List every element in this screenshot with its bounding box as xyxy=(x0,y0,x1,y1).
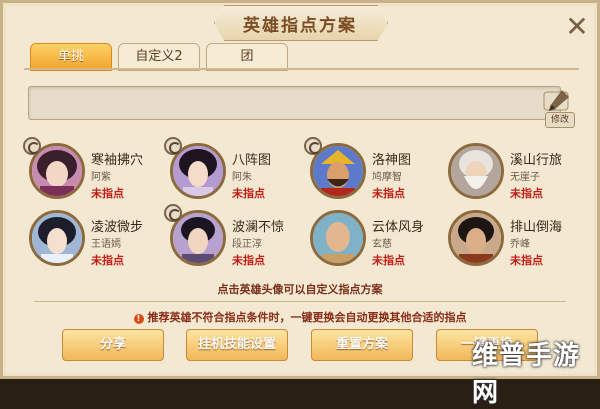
hero-character: 无崖子 xyxy=(510,172,540,183)
tab-team[interactable]: 团 xyxy=(206,43,288,71)
hero-character: 阿朱 xyxy=(232,172,252,183)
hero-status: 未指点 xyxy=(510,187,543,200)
hero-status: 未指点 xyxy=(372,254,405,267)
hero-card[interactable]: 波澜不惊 段正淳 未指点 xyxy=(164,204,310,270)
close-icon[interactable]: ✕ xyxy=(563,13,591,41)
tab-custom-2[interactable]: 自定义2 xyxy=(118,43,200,71)
hero-avatar[interactable] xyxy=(448,210,504,266)
hero-status: 未指点 xyxy=(232,254,265,267)
warning-line: ! 推荐英雄不符合指点条件时，一键更换会自动更换其他合适的指点 xyxy=(0,309,600,325)
plan-name-field[interactable] xyxy=(28,86,561,120)
hero-card[interactable]: 云体风身 玄慈 未指点 xyxy=(310,210,450,270)
hint-text: 点击英雄头像可以自定义指点方案 xyxy=(217,283,383,296)
hero-skill-name: 云体风身 xyxy=(372,220,425,235)
hero-skill-name: 波澜不惊 xyxy=(232,220,285,235)
swap-icon[interactable] xyxy=(164,137,182,155)
hero-status: 未指点 xyxy=(372,187,405,200)
hero-character: 鸠摩智 xyxy=(372,172,402,183)
warning-text: 推荐英雄不符合指点条件时，一键更换会自动更换其他合适的指点 xyxy=(147,311,467,324)
hero-status: 未指点 xyxy=(510,254,543,267)
swap-icon[interactable] xyxy=(304,137,322,155)
hero-avatar[interactable] xyxy=(29,210,85,266)
hero-character: 阿紫 xyxy=(91,172,111,183)
tab-underline xyxy=(24,68,579,70)
hero-card[interactable]: 溪山行旅 无崖子 未指点 xyxy=(448,143,588,203)
hero-avatar[interactable] xyxy=(310,210,366,266)
hero-skill-name: 八阵图 xyxy=(232,153,272,168)
hero-skill-name: 溪山行旅 xyxy=(510,153,563,168)
hero-skill-name: 寒袖拂穴 xyxy=(91,153,144,168)
hero-status: 未指点 xyxy=(91,254,124,267)
hero-card[interactable]: 排山倒海 乔峰 未指点 xyxy=(448,210,588,270)
hero-skill-name: 洛神图 xyxy=(372,153,412,168)
hero-status: 未指点 xyxy=(232,187,265,200)
share-button[interactable]: 分享 xyxy=(62,329,164,361)
tab-duel[interactable]: 单挑 xyxy=(30,43,112,71)
hero-card[interactable]: 寒袖拂穴 阿紫 未指点 xyxy=(23,137,169,203)
hero-character: 玄慈 xyxy=(372,239,392,250)
hero-card[interactable]: 八阵图 阿朱 未指点 xyxy=(164,137,310,203)
hero-character: 乔峰 xyxy=(510,239,530,250)
hero-skill-name: 凌波微步 xyxy=(91,220,144,235)
alert-icon: ! xyxy=(133,314,144,324)
hero-card[interactable]: 凌波微步 王语嫣 未指点 xyxy=(29,210,169,270)
hero-character: 王语嫣 xyxy=(91,239,121,250)
reset-plan-button[interactable]: 重置方案 xyxy=(311,329,413,361)
dialog-title: 英雄指点方案 xyxy=(243,16,357,36)
swap-icon[interactable] xyxy=(23,137,41,155)
watermark: 维普手游网 xyxy=(472,341,581,408)
divider xyxy=(34,301,566,302)
swap-icon[interactable] xyxy=(164,204,182,222)
hero-card[interactable]: 洛神图 鸠摩智 未指点 xyxy=(304,137,450,203)
idle-skill-settings-button[interactable]: 挂机技能设置 xyxy=(186,329,288,361)
hero-character: 段正淳 xyxy=(232,239,262,250)
hero-status: 未指点 xyxy=(91,187,124,200)
hero-avatar[interactable] xyxy=(448,143,504,199)
hero-skill-name: 排山倒海 xyxy=(510,220,563,235)
edit-label: 修改 xyxy=(545,112,575,128)
